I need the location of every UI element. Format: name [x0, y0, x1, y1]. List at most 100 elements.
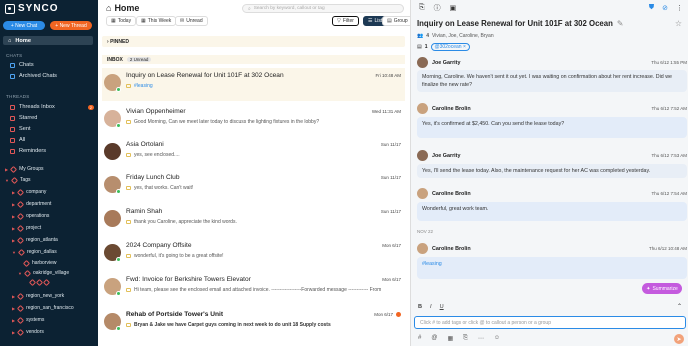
sidebar-item-archived-chats[interactable]: Archived Chats: [10, 72, 94, 80]
inbox-header: INBOX 2 Unread: [102, 55, 405, 64]
thread-row[interactable]: 2024 Company Offsite Mon 6/17 wonderful,…: [102, 238, 405, 271]
paperclip-icon[interactable]: ⎘: [463, 335, 468, 342]
more-icon[interactable]: ⋮: [676, 4, 683, 12]
tag-item[interactable]: ▼ region_dallas: [12, 248, 57, 256]
tag-item[interactable]: ▶ region_new_york: [12, 292, 64, 300]
tag-item[interactable]: ▼ oakridge_village: [18, 269, 69, 277]
sidebar-item-chats[interactable]: Chats: [10, 61, 94, 69]
chevron-right-icon: ▶: [12, 237, 16, 243]
participants[interactable]: 👥 4 Vivian, Joe, Caroline, Bryan: [417, 33, 494, 39]
avatar: [104, 210, 121, 227]
tag-item[interactable]: ▶ project: [12, 224, 41, 232]
tag-item[interactable]: ▶ department: [12, 200, 51, 208]
message-header: Caroline Brolin Thu 6/12 7:54 AM: [417, 188, 687, 199]
archive-icon: [10, 73, 15, 79]
tag-label: harborview: [32, 260, 57, 266]
sidebar-item-label: All: [19, 137, 26, 143]
thread-row[interactable]: Fwd: Invoice for Berkshire Towers Elevat…: [102, 272, 405, 305]
filter-this-week-button[interactable]: ▦ This Week: [136, 16, 177, 26]
avatar: [417, 150, 428, 161]
tag-item[interactable]: ▶ region_san_francisco: [12, 304, 74, 312]
new-chat-button[interactable]: + New Chat: [3, 21, 45, 30]
chevron-down-icon: ▼: [18, 270, 22, 276]
thread-row[interactable]: Ramin Shah Sun 11/17 thank you Caroline,…: [102, 204, 405, 237]
tag-icon: [17, 292, 25, 300]
snippet-text: yes, see enclosed....: [134, 152, 180, 158]
search-input[interactable]: ⌕ Search by keyword, callout or tag: [242, 4, 404, 13]
summarize-button[interactable]: ✦ Summarize: [642, 283, 682, 294]
tag-item[interactable]: ▶ region_atlanta: [12, 236, 58, 244]
tag-icon: [17, 224, 25, 232]
tag-item[interactable]: ▶ vendors: [12, 328, 44, 336]
unread-dot: [396, 312, 401, 317]
tag-item[interactable]: harborview: [22, 259, 57, 267]
group-view-button[interactable]: ▤ Group: [382, 16, 413, 26]
input-placeholder: Click # to add tags or click @ to callou…: [420, 319, 551, 326]
page-title: ⌂ Home: [106, 3, 139, 13]
tag-label: systems: [26, 317, 45, 323]
underline-icon[interactable]: U: [440, 304, 444, 310]
tag-pill[interactable]: @302ocean ×: [430, 43, 470, 51]
sidebar-item-all[interactable]: All: [10, 136, 94, 144]
hash-icon[interactable]: #: [418, 335, 421, 342]
mute-icon[interactable]: ⊘: [662, 4, 668, 12]
tag-label: region_dallas: [26, 249, 57, 255]
notes-icon[interactable]: ▣: [450, 4, 457, 12]
tag-label: operations: [26, 213, 50, 219]
at-icon[interactable]: @: [431, 335, 437, 342]
chevron-right-icon: ▶: [12, 317, 16, 323]
sidebar-item-label: Archived Chats: [19, 73, 57, 79]
sidebar-item-my-groups[interactable]: ▶ My Groups: [5, 165, 44, 173]
new-thread-button[interactable]: + New Thread: [50, 21, 92, 30]
calendar-icon: ▦: [141, 18, 146, 24]
chat-icon: [126, 120, 131, 124]
emoji-icon[interactable]: ☺: [494, 335, 500, 342]
tag-label: region_new_york: [26, 293, 65, 299]
tag-label: company: [26, 189, 47, 195]
info-icon[interactable]: ⓘ: [434, 3, 441, 13]
thread-row[interactable]: Friday Lunch Club Sun 11/17 yes, that wo…: [102, 170, 405, 203]
thread-row[interactable]: Rehab of Portside Tower's Unit Mon 6/17 …: [102, 307, 405, 340]
tag-item[interactable]: ▶ operations: [12, 212, 49, 220]
chevron-right-icon: ▶: [12, 305, 16, 311]
italic-icon[interactable]: I: [430, 304, 432, 310]
tag-label: oakridge_village: [32, 270, 70, 276]
thread-detail-pane: ⎘ ⓘ ▣ ⛊ ⊘ ⋮ Inquiry on Lease Renewal for…: [410, 0, 688, 346]
edit-icon[interactable]: ✎: [617, 19, 624, 28]
thread-row[interactable]: Asia Ortolani Sun 11/17 yes, see enclose…: [102, 137, 405, 170]
chevron-right-icon: ▶: [12, 225, 16, 231]
collapse-icon[interactable]: ⌃: [677, 303, 682, 310]
sidebar-item-reminders[interactable]: Reminders: [10, 147, 94, 155]
logo-mark-icon: [5, 3, 15, 14]
chat-icon: [126, 323, 131, 327]
sidebar-item-home[interactable]: ⌂ Home: [3, 36, 93, 45]
sender-name: Joe Garrity: [432, 152, 461, 159]
more-icon[interactable]: ⋯: [478, 335, 484, 342]
sidebar-item-starred[interactable]: Starred: [10, 114, 94, 122]
star-icon[interactable]: ☆: [675, 19, 682, 28]
filter-unread-button[interactable]: ✉ Unread: [175, 16, 208, 26]
filter-button[interactable]: ▽ Filter: [332, 16, 359, 26]
summarize-label: Summarize: [652, 285, 678, 292]
tag-item[interactable]: ▶ systems: [12, 316, 44, 324]
thread-row[interactable]: Inquiry on Lease Renewal for Unit 101F a…: [102, 68, 405, 101]
sidebar-item-threads-inbox[interactable]: Threads Inbox 2: [10, 103, 94, 111]
sender-name: Caroline Brolin: [432, 190, 471, 197]
bold-icon[interactable]: B: [418, 304, 422, 310]
badge-icon[interactable]: ⛊: [649, 4, 654, 12]
tag-icon: [23, 269, 32, 277]
sidebar-item-sent[interactable]: Sent: [10, 125, 94, 133]
message-input[interactable]: Click # to add tags or click @ to callou…: [414, 316, 686, 329]
attachment-icon[interactable]: ⎘: [419, 4, 425, 12]
pinned-section[interactable]: › PINNED: [102, 36, 405, 47]
send-button[interactable]: ➤: [674, 334, 684, 344]
calendar-icon[interactable]: ▦: [447, 335, 453, 342]
thread-subject: Vivian Oppenheimer: [126, 108, 186, 115]
tag-item[interactable]: ▶ company: [12, 188, 46, 196]
thread-subject: Fwd: Invoice for Berkshire Towers Elevat…: [126, 276, 251, 283]
filter-today-button[interactable]: ▦ Today: [106, 16, 137, 26]
chat-icon: [10, 62, 15, 68]
sidebar-item-tags[interactable]: ▼ Tags: [5, 176, 31, 184]
snippet-text: thank you Caroline, appreciate the kind …: [134, 219, 237, 225]
thread-row[interactable]: Vivian Oppenheimer Wed 11:31 AM Good Mor…: [102, 104, 405, 137]
